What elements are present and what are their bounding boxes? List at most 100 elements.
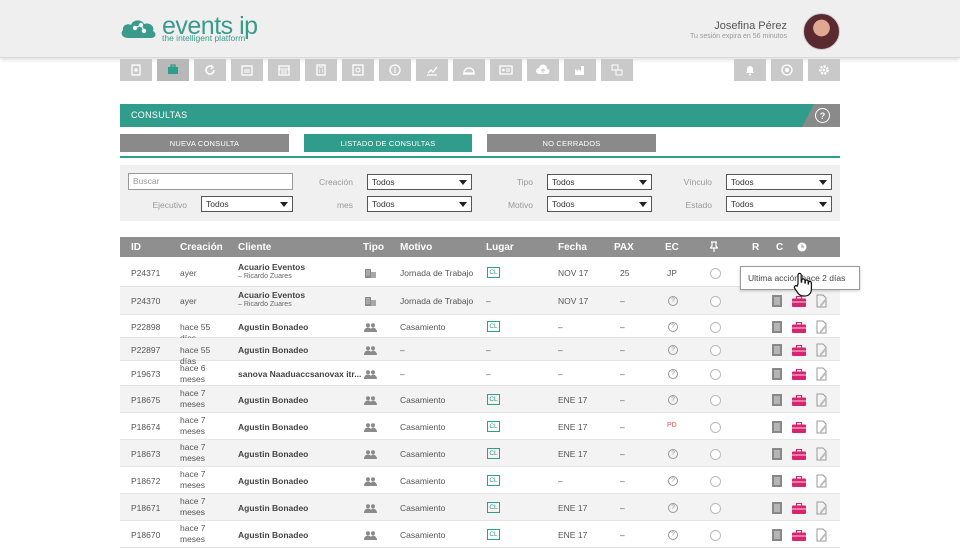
status-toggle[interactable]	[710, 476, 721, 487]
row-lugar-badge[interactable]: CL	[487, 394, 500, 405]
ec-unknown-icon[interactable]: ?	[668, 449, 678, 459]
table-row[interactable]: P18674 hace 7 meses Agustin Bonadeo Casamie…	[120, 413, 840, 440]
table-row[interactable]: P18672 hace 7 meses Agustin Bonadeo Casamie…	[120, 467, 840, 494]
creacion-select[interactable]: Todos	[367, 174, 472, 190]
ec-unknown-icon[interactable]: ?	[668, 345, 678, 355]
user-name[interactable]: Josefina Pérez	[714, 20, 787, 32]
briefcase-icon[interactable]	[157, 59, 189, 81]
document-icon[interactable]	[772, 475, 782, 487]
avatar[interactable]	[803, 13, 840, 50]
col-r[interactable]: R	[752, 242, 759, 253]
refresh-icon[interactable]	[194, 59, 226, 81]
ec-unknown-icon[interactable]: ?	[668, 530, 678, 540]
ec-unknown-icon[interactable]: ?	[668, 322, 678, 332]
status-toggle[interactable]	[710, 322, 721, 333]
tipo-select[interactable]: Todos	[547, 174, 652, 190]
table-row[interactable]: P24371 ayer Acuario Eventos – Ricardo Zuare…	[120, 259, 840, 287]
id-card-icon[interactable]	[490, 59, 522, 81]
calendar-month-icon[interactable]	[268, 59, 300, 81]
table-row[interactable]: P18671 hace 7 meses Agustin Bonadeo Casamie…	[120, 494, 840, 521]
dome-icon[interactable]	[453, 59, 485, 81]
ec-unknown-icon[interactable]: ?	[668, 476, 678, 486]
row-lugar-badge[interactable]: CL	[487, 475, 500, 486]
col-motivo[interactable]: Motivo	[400, 242, 432, 253]
status-toggle[interactable]	[710, 503, 721, 514]
row-lugar-badge[interactable]: CL	[487, 267, 500, 278]
row-lugar-badge[interactable]: CL	[487, 529, 500, 540]
help-button[interactable]: ?	[802, 104, 840, 127]
vinculo-select[interactable]: Todos	[726, 174, 832, 190]
status-toggle[interactable]	[710, 449, 721, 460]
ec-unknown-icon[interactable]: ?	[668, 395, 678, 405]
pin-icon[interactable]	[710, 241, 718, 252]
row-cliente[interactable]: Agustin Bonadeo	[238, 422, 308, 432]
cloud-upload-icon[interactable]	[527, 59, 559, 81]
col-c[interactable]: C	[776, 242, 783, 253]
briefcase-icon[interactable]	[792, 322, 806, 333]
row-cliente[interactable]: Agustin Bonadeo	[238, 322, 308, 332]
document-icon[interactable]	[772, 529, 782, 541]
briefcase-icon[interactable]	[792, 530, 806, 541]
factory-icon[interactable]	[564, 59, 596, 81]
edit-document-icon[interactable]	[816, 343, 828, 357]
briefcase-icon[interactable]	[792, 422, 806, 433]
status-toggle[interactable]	[710, 369, 721, 380]
row-lugar-badge[interactable]: CL	[487, 448, 500, 459]
table-row[interactable]: P22898hace 55 díasAgustin BonadeoCasamie…	[120, 315, 840, 343]
briefcase-icon[interactable]	[792, 503, 806, 514]
row-cliente[interactable]: sanova Naaduaccsanovax itr...	[238, 369, 361, 379]
status-toggle[interactable]	[710, 345, 721, 356]
status-toggle[interactable]	[710, 296, 721, 307]
status-toggle[interactable]	[710, 395, 721, 406]
target-icon[interactable]	[771, 59, 803, 81]
briefcase-icon[interactable]	[792, 395, 806, 406]
status-toggle[interactable]	[710, 268, 721, 279]
edit-document-icon[interactable]	[816, 474, 828, 488]
edit-document-icon[interactable]	[816, 501, 828, 515]
col-tipo[interactable]: Tipo	[363, 242, 384, 253]
col-id[interactable]: ID	[131, 242, 141, 253]
transfer-icon[interactable]	[601, 59, 633, 81]
col-ec[interactable]: EC	[665, 242, 679, 253]
settings-icon[interactable]	[808, 59, 840, 81]
ec-unknown-icon[interactable]: ?	[668, 503, 678, 513]
col-cliente[interactable]: Cliente	[238, 242, 271, 253]
row-ec[interactable]: JP	[667, 268, 677, 278]
bell-icon[interactable]	[734, 59, 766, 81]
tab-nueva-consulta[interactable]: NUEVA CONSULTA	[120, 134, 289, 152]
document-icon[interactable]	[772, 295, 782, 307]
row-cliente[interactable]: Agustin Bonadeo	[238, 449, 308, 459]
row-cliente[interactable]: Agustin Bonadeo	[238, 395, 308, 405]
briefcase-icon[interactable]	[792, 369, 806, 380]
document-icon[interactable]	[772, 368, 782, 380]
col-lugar[interactable]: Lugar	[486, 242, 514, 253]
edit-document-icon[interactable]	[816, 367, 828, 381]
col-fecha[interactable]: Fecha	[558, 242, 587, 253]
row-cliente[interactable]: Agustin Bonadeo	[238, 503, 308, 513]
edit-document-icon[interactable]	[816, 447, 828, 461]
motivo-select[interactable]: Todos	[547, 196, 652, 212]
table-row[interactable]: P18675 hace 7 meses Agustin Bonadeo Casamie…	[120, 386, 840, 413]
document-icon[interactable]	[772, 448, 782, 460]
chart-icon[interactable]	[416, 59, 448, 81]
row-cliente[interactable]: Agustin Bonadeo	[238, 476, 308, 486]
briefcase-icon[interactable]	[792, 449, 806, 460]
status-toggle[interactable]	[710, 422, 721, 433]
edit-document-icon[interactable]	[816, 294, 828, 308]
document-icon[interactable]	[772, 321, 782, 333]
table-row[interactable]: P22897 hace 55 días Agustin Bonadeo – – – –?	[120, 338, 840, 366]
calendar-week-icon[interactable]	[231, 59, 263, 81]
edit-document-icon[interactable]	[816, 320, 828, 334]
row-cliente[interactable]: Acuario Eventos – Ricardo Zuares	[238, 262, 305, 280]
calculator-icon[interactable]	[305, 59, 337, 81]
col-creacion[interactable]: Creación	[180, 242, 223, 253]
row-ec[interactable]: PD	[667, 422, 677, 429]
add-document-icon[interactable]	[120, 59, 152, 81]
col-pax[interactable]: PAX	[614, 242, 634, 253]
row-lugar-badge[interactable]: CL	[487, 321, 500, 332]
ec-unknown-icon[interactable]: ?	[668, 296, 678, 306]
search-input[interactable]: Buscar	[128, 173, 293, 190]
status-toggle[interactable]	[710, 530, 721, 541]
table-row[interactable]: P18673 hace 7 meses Agustin Bonadeo Casamie…	[120, 440, 840, 467]
mes-select[interactable]: Todos	[367, 196, 472, 212]
